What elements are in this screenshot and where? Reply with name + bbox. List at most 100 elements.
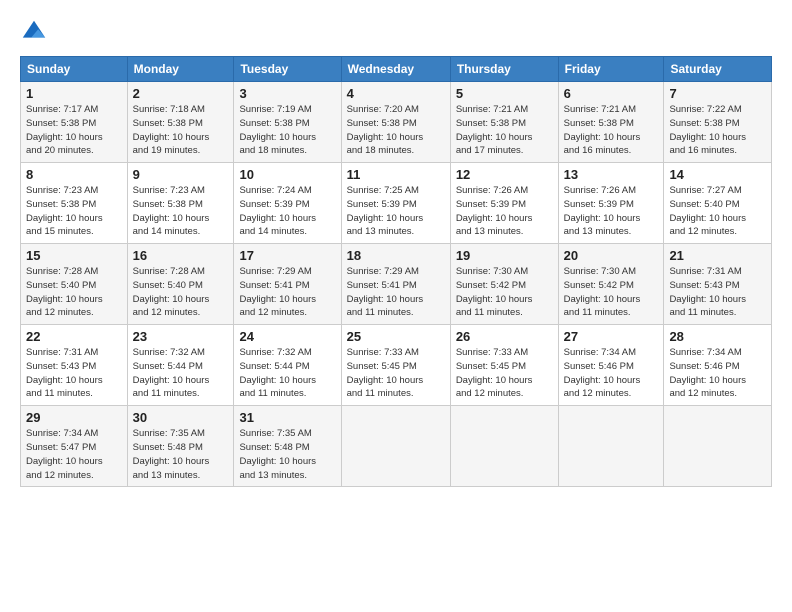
day-info: Sunrise: 7:23 AM Sunset: 5:38 PM Dayligh… (26, 184, 122, 239)
day-number: 13 (564, 167, 659, 182)
day-cell: 17 Sunrise: 7:29 AM Sunset: 5:41 PM Dayli… (234, 244, 341, 325)
day-cell: 24 Sunrise: 7:32 AM Sunset: 5:44 PM Dayli… (234, 325, 341, 406)
day-cell: 29 Sunrise: 7:34 AM Sunset: 5:47 PM Dayli… (21, 406, 128, 487)
weekday-wednesday: Wednesday (341, 57, 450, 82)
day-number: 23 (133, 329, 229, 344)
day-number: 26 (456, 329, 553, 344)
day-info: Sunrise: 7:31 AM Sunset: 5:43 PM Dayligh… (26, 346, 122, 401)
weekday-sunday: Sunday (21, 57, 128, 82)
weekday-friday: Friday (558, 57, 664, 82)
day-cell: 7 Sunrise: 7:22 AM Sunset: 5:38 PM Daylig… (664, 82, 772, 163)
day-info: Sunrise: 7:33 AM Sunset: 5:45 PM Dayligh… (347, 346, 445, 401)
day-cell: 11Sunrise: 7:25 AM Sunset: 5:39 PM Dayli… (341, 163, 450, 244)
day-cell: 19 Sunrise: 7:30 AM Sunset: 5:42 PM Dayli… (450, 244, 558, 325)
day-number: 4 (347, 86, 445, 101)
day-cell (341, 406, 450, 487)
logo (20, 18, 52, 46)
day-cell: 2 Sunrise: 7:18 AM Sunset: 5:38 PM Daylig… (127, 82, 234, 163)
day-cell: 27 Sunrise: 7:34 AM Sunset: 5:46 PM Dayli… (558, 325, 664, 406)
day-info: Sunrise: 7:28 AM Sunset: 5:40 PM Dayligh… (26, 265, 122, 320)
day-cell: 15 Sunrise: 7:28 AM Sunset: 5:40 PM Dayli… (21, 244, 128, 325)
day-info: Sunrise: 7:21 AM Sunset: 5:38 PM Dayligh… (564, 103, 659, 158)
week-row-5: 29 Sunrise: 7:34 AM Sunset: 5:47 PM Dayli… (21, 406, 772, 487)
day-cell: 26Sunrise: 7:33 AM Sunset: 5:45 PM Dayli… (450, 325, 558, 406)
day-number: 30 (133, 410, 229, 425)
day-number: 22 (26, 329, 122, 344)
day-cell: 21 Sunrise: 7:31 AM Sunset: 5:43 PM Dayli… (664, 244, 772, 325)
day-info: Sunrise: 7:31 AM Sunset: 5:43 PM Dayligh… (669, 265, 766, 320)
day-cell: 14 Sunrise: 7:27 AM Sunset: 5:40 PM Dayli… (664, 163, 772, 244)
day-info: Sunrise: 7:20 AM Sunset: 5:38 PM Dayligh… (347, 103, 445, 158)
day-cell: 20Sunrise: 7:30 AM Sunset: 5:42 PM Dayli… (558, 244, 664, 325)
day-number: 12 (456, 167, 553, 182)
day-cell: 18 Sunrise: 7:29 AM Sunset: 5:41 PM Dayli… (341, 244, 450, 325)
day-number: 28 (669, 329, 766, 344)
day-info: Sunrise: 7:35 AM Sunset: 5:48 PM Dayligh… (239, 427, 335, 482)
day-cell: 12Sunrise: 7:26 AM Sunset: 5:39 PM Dayli… (450, 163, 558, 244)
day-number: 19 (456, 248, 553, 263)
calendar-table: SundayMondayTuesdayWednesdayThursdayFrid… (20, 56, 772, 487)
day-number: 27 (564, 329, 659, 344)
day-info: Sunrise: 7:29 AM Sunset: 5:41 PM Dayligh… (239, 265, 335, 320)
day-info: Sunrise: 7:35 AM Sunset: 5:48 PM Dayligh… (133, 427, 229, 482)
day-number: 7 (669, 86, 766, 101)
day-cell (664, 406, 772, 487)
day-info: Sunrise: 7:25 AM Sunset: 5:39 PM Dayligh… (347, 184, 445, 239)
day-cell (558, 406, 664, 487)
weekday-monday: Monday (127, 57, 234, 82)
week-row-1: 1Sunrise: 7:17 AM Sunset: 5:38 PM Daylig… (21, 82, 772, 163)
day-number: 31 (239, 410, 335, 425)
day-cell (450, 406, 558, 487)
week-row-4: 22 Sunrise: 7:31 AM Sunset: 5:43 PM Dayli… (21, 325, 772, 406)
day-info: Sunrise: 7:18 AM Sunset: 5:38 PM Dayligh… (133, 103, 229, 158)
day-number: 21 (669, 248, 766, 263)
day-number: 2 (133, 86, 229, 101)
day-number: 25 (347, 329, 445, 344)
day-number: 29 (26, 410, 122, 425)
day-cell: 23 Sunrise: 7:32 AM Sunset: 5:44 PM Dayli… (127, 325, 234, 406)
day-info: Sunrise: 7:30 AM Sunset: 5:42 PM Dayligh… (564, 265, 659, 320)
day-info: Sunrise: 7:34 AM Sunset: 5:46 PM Dayligh… (564, 346, 659, 401)
day-info: Sunrise: 7:28 AM Sunset: 5:40 PM Dayligh… (133, 265, 229, 320)
week-row-2: 8 Sunrise: 7:23 AM Sunset: 5:38 PM Daylig… (21, 163, 772, 244)
day-cell: 13Sunrise: 7:26 AM Sunset: 5:39 PM Dayli… (558, 163, 664, 244)
day-cell: 4 Sunrise: 7:20 AM Sunset: 5:38 PM Daylig… (341, 82, 450, 163)
day-info: Sunrise: 7:22 AM Sunset: 5:38 PM Dayligh… (669, 103, 766, 158)
day-info: Sunrise: 7:32 AM Sunset: 5:44 PM Dayligh… (239, 346, 335, 401)
day-info: Sunrise: 7:32 AM Sunset: 5:44 PM Dayligh… (133, 346, 229, 401)
day-number: 8 (26, 167, 122, 182)
weekday-tuesday: Tuesday (234, 57, 341, 82)
day-info: Sunrise: 7:19 AM Sunset: 5:38 PM Dayligh… (239, 103, 335, 158)
weekday-thursday: Thursday (450, 57, 558, 82)
day-cell: 31 Sunrise: 7:35 AM Sunset: 5:48 PM Dayli… (234, 406, 341, 487)
day-cell: 1Sunrise: 7:17 AM Sunset: 5:38 PM Daylig… (21, 82, 128, 163)
day-number: 5 (456, 86, 553, 101)
day-number: 17 (239, 248, 335, 263)
day-info: Sunrise: 7:30 AM Sunset: 5:42 PM Dayligh… (456, 265, 553, 320)
day-number: 18 (347, 248, 445, 263)
day-cell: 8 Sunrise: 7:23 AM Sunset: 5:38 PM Daylig… (21, 163, 128, 244)
day-info: Sunrise: 7:27 AM Sunset: 5:40 PM Dayligh… (669, 184, 766, 239)
day-number: 24 (239, 329, 335, 344)
day-cell: 3 Sunrise: 7:19 AM Sunset: 5:38 PM Daylig… (234, 82, 341, 163)
day-info: Sunrise: 7:34 AM Sunset: 5:47 PM Dayligh… (26, 427, 122, 482)
day-cell: 30 Sunrise: 7:35 AM Sunset: 5:48 PM Dayli… (127, 406, 234, 487)
week-row-3: 15 Sunrise: 7:28 AM Sunset: 5:40 PM Dayli… (21, 244, 772, 325)
day-cell: 16 Sunrise: 7:28 AM Sunset: 5:40 PM Dayli… (127, 244, 234, 325)
day-number: 14 (669, 167, 766, 182)
header (20, 18, 772, 46)
day-info: Sunrise: 7:17 AM Sunset: 5:38 PM Dayligh… (26, 103, 122, 158)
day-info: Sunrise: 7:23 AM Sunset: 5:38 PM Dayligh… (133, 184, 229, 239)
day-info: Sunrise: 7:24 AM Sunset: 5:39 PM Dayligh… (239, 184, 335, 239)
weekday-header-row: SundayMondayTuesdayWednesdayThursdayFrid… (21, 57, 772, 82)
day-cell: 22 Sunrise: 7:31 AM Sunset: 5:43 PM Dayli… (21, 325, 128, 406)
day-info: Sunrise: 7:21 AM Sunset: 5:38 PM Dayligh… (456, 103, 553, 158)
day-number: 15 (26, 248, 122, 263)
day-info: Sunrise: 7:34 AM Sunset: 5:46 PM Dayligh… (669, 346, 766, 401)
day-cell: 5 Sunrise: 7:21 AM Sunset: 5:38 PM Daylig… (450, 82, 558, 163)
day-number: 3 (239, 86, 335, 101)
logo-icon (20, 18, 48, 46)
day-info: Sunrise: 7:29 AM Sunset: 5:41 PM Dayligh… (347, 265, 445, 320)
day-cell: 9Sunrise: 7:23 AM Sunset: 5:38 PM Daylig… (127, 163, 234, 244)
day-number: 16 (133, 248, 229, 263)
